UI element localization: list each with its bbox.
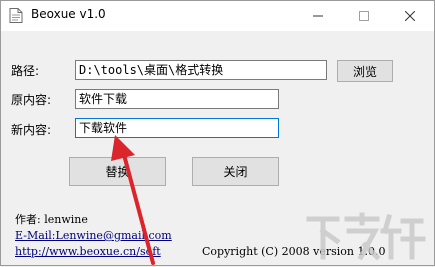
author-text: 作者: lenwine <box>15 213 88 226</box>
website-link[interactable]: http://www.beoxue.cn/soft <box>15 245 161 258</box>
watermark-logo <box>306 212 426 261</box>
original-content-input[interactable]: 软件下载 <box>75 89 279 109</box>
maximize-button[interactable] <box>341 1 387 31</box>
maximize-icon <box>359 11 369 21</box>
app-window: Beoxue v1.0 路径: D:\tools\桌面\格式转换 浏览 原内容:… <box>0 0 435 266</box>
browse-button[interactable]: 浏览 <box>337 60 393 82</box>
email-link[interactable]: E-Mail:Lenwine@gmail.com <box>15 229 172 242</box>
replace-button[interactable]: 替换 <box>69 157 166 186</box>
original-content-label: 原内容: <box>11 93 52 107</box>
window-title: Beoxue v1.0 <box>31 7 106 21</box>
title-bar[interactable]: Beoxue v1.0 <box>1 1 434 31</box>
new-content-label: 新内容: <box>11 123 52 137</box>
minimize-button[interactable] <box>295 1 341 31</box>
new-content-input[interactable]: 下载软件 <box>75 118 279 138</box>
document-icon <box>9 8 23 23</box>
path-input[interactable]: D:\tools\桌面\格式转换 <box>75 60 327 80</box>
close-button[interactable]: 关闭 <box>192 157 279 186</box>
close-icon <box>405 11 415 21</box>
path-label: 路径: <box>11 64 40 78</box>
minimize-icon <box>313 15 323 17</box>
close-window-button[interactable] <box>387 1 433 31</box>
